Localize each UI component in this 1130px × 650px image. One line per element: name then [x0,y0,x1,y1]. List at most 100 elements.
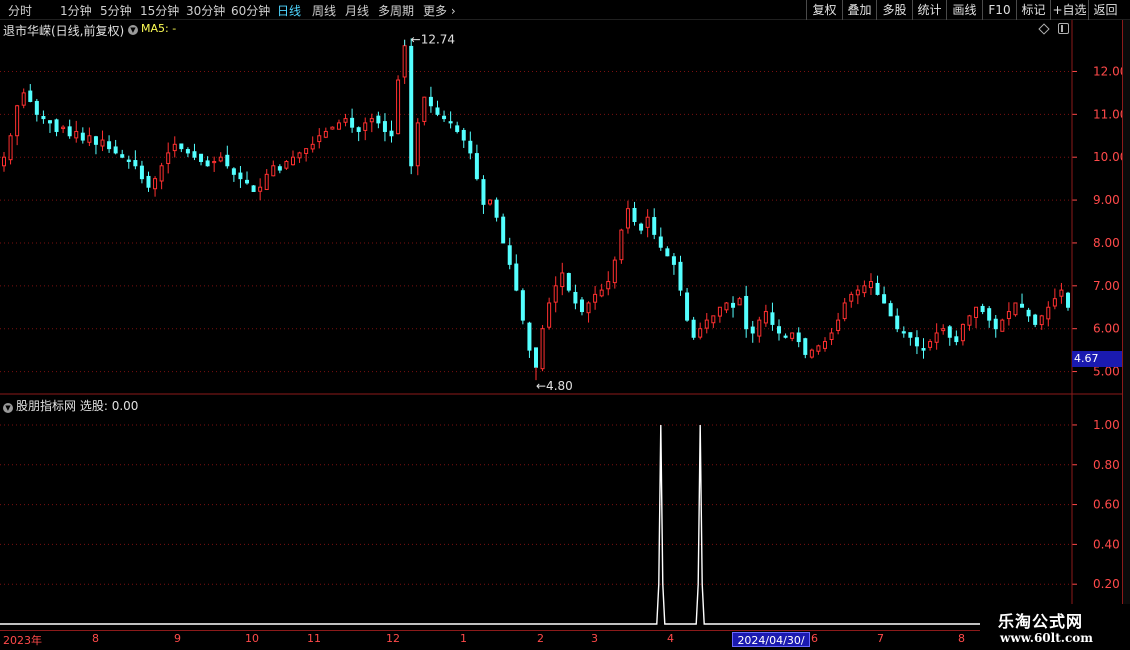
candle-body [179,143,184,150]
panel-toggle-icon[interactable] [1058,23,1069,34]
candle-body [277,166,282,171]
candle-body [573,291,578,304]
candle-body [422,96,427,122]
chart-canvas[interactable]: 5.006.007.008.009.0010.0011.0012.00 0.20… [0,0,1130,650]
candle-body [836,319,841,331]
settings-circle-icon[interactable]: ▼ [3,403,13,413]
candle-body [790,332,795,339]
candle-body [560,272,565,288]
candle-body [731,302,736,308]
candle-body [442,115,447,120]
candle-body [796,332,801,343]
candle-body [251,185,256,192]
candle-body [1013,302,1018,316]
candle-body [310,143,315,150]
candle-body [389,130,394,137]
candle-body [382,121,387,132]
candle-body [74,130,79,139]
candle-body [159,165,164,182]
candle-body [396,79,401,135]
candle-body [304,148,309,154]
candle-body [494,199,499,218]
ma-indicator[interactable]: ▼ MA5: - [128,22,176,35]
candle-body [579,299,584,313]
candle-body [87,135,92,143]
candle-body [225,154,230,167]
candle-body [914,337,919,347]
candle-body [435,107,440,115]
indicator-tick-label: 0.60 [1093,498,1120,512]
candle-body [284,160,289,169]
candle-body [593,293,598,303]
indicator-name: 股朋指标网 [16,399,77,413]
month-tick: 12 [386,632,400,645]
candle-body [107,141,112,150]
candle-body [809,349,814,358]
stock-title: 退市华嵘(日线,前复权) [3,24,125,38]
candle-body [658,236,663,248]
candle-body [744,295,749,330]
candle-body [317,135,322,143]
candle-body [133,160,138,167]
candle-body [724,302,729,311]
date-axis: 2023年 8 9 10 11 12 1 2 3 4 6 7 8 2024/04… [0,630,1130,650]
candle-body [15,105,20,137]
candle-body [980,305,985,313]
candle-body [93,136,98,145]
month-tick: 6 [811,632,818,645]
candle-body [645,216,650,228]
high-label: ←12.74 [411,33,455,47]
price-axis: 5.006.007.008.009.0010.0011.0012.00 [1072,64,1127,379]
candle-body [1020,303,1025,308]
candle-body [172,143,177,152]
candle-body [875,282,880,295]
candle-body [28,90,33,102]
watermark-url: www.60lt.com [1000,631,1093,645]
indicator-value: 选股: 0.00 [79,399,139,413]
candle-body [954,336,959,343]
candle-body [47,120,52,124]
candle-body [685,292,690,321]
candle-body [80,132,85,141]
candle-body [238,172,243,180]
candle-body [888,303,893,317]
candle-body [297,152,302,159]
candle-body [770,312,775,325]
price-panel-title: 退市华嵘(日线,前复权) [3,22,124,39]
candle-body [21,92,26,106]
candle-body [461,129,466,141]
candle-body [908,332,913,338]
right-sidebar[interactable] [1122,20,1130,630]
candle-body [415,122,420,167]
candle-body [2,156,6,167]
candle-body [993,318,998,330]
candle-body [245,179,250,184]
candle-body [895,315,900,330]
candle-body [120,154,125,158]
candle-body [218,156,223,162]
candle-body [330,126,335,130]
indicator-tick-label: 1.00 [1093,418,1120,432]
candle-body [100,139,105,147]
candle-body [534,347,538,368]
candle-body [612,259,617,284]
indicator-tick-label: 0.80 [1093,458,1120,472]
candle-body [514,263,519,291]
candle-body [468,140,473,154]
candle-body [757,319,762,337]
price-tick-label: 7.00 [1093,279,1120,293]
last-price-badge: 4.67 [1072,351,1122,367]
settings-circle-icon[interactable]: ▼ [128,25,138,35]
candle-body [474,153,479,180]
candle-body [1059,289,1064,297]
candle-body [967,315,972,326]
month-tick: 2023年 [3,634,42,647]
candle-body [455,125,460,132]
candle-body [1026,309,1031,317]
price-annotations: ←12.74 ←4.80 [404,33,573,393]
candle-body [540,328,545,370]
candle-body [974,306,979,319]
candle-body [777,326,782,334]
candle-body [941,328,946,332]
candle-body [901,331,906,334]
